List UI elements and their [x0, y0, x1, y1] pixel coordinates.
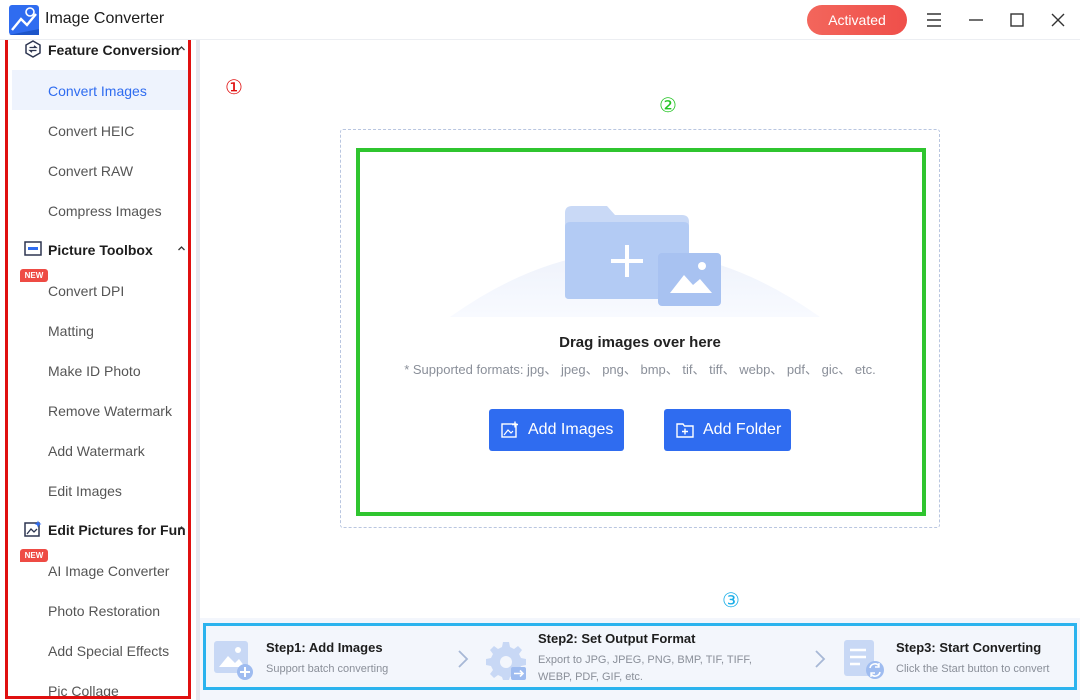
activated-button[interactable]: Activated: [807, 5, 907, 35]
add-folder-icon: [676, 423, 694, 438]
title-bar: Image Converter Activated: [0, 0, 1080, 40]
annotation-marker-2: ②: [659, 93, 677, 117]
annotation-frame-steps: [203, 623, 1077, 690]
dropzone-title: Drag images over here: [559, 334, 721, 351]
add-folder-label: Add Folder: [703, 421, 782, 438]
app-title: Image Converter: [45, 10, 165, 27]
app-logo-icon: [9, 5, 39, 35]
close-icon[interactable]: [1046, 8, 1070, 32]
add-images-label: Add Images: [528, 421, 614, 438]
sidebar: Feature Conversion Convert Images Conver…: [0, 40, 196, 700]
add-images-button[interactable]: Add Images: [489, 409, 624, 451]
annotation-frame-sidebar: [5, 40, 191, 699]
sidebar-scrollbar[interactable]: [196, 40, 200, 700]
add-folder-illustration-icon: [450, 206, 820, 317]
maximize-icon[interactable]: [1005, 8, 1029, 32]
minimize-icon[interactable]: [964, 8, 988, 32]
annotation-marker-3: ③: [722, 588, 740, 612]
add-image-icon: [501, 421, 518, 438]
annotation-marker-1: ①: [225, 75, 243, 99]
supported-formats-text: * Supported formats: jpg、 jpeg、 png、 bmp…: [404, 362, 876, 377]
menu-icon[interactable]: [922, 8, 946, 32]
add-folder-button[interactable]: Add Folder: [664, 409, 791, 451]
